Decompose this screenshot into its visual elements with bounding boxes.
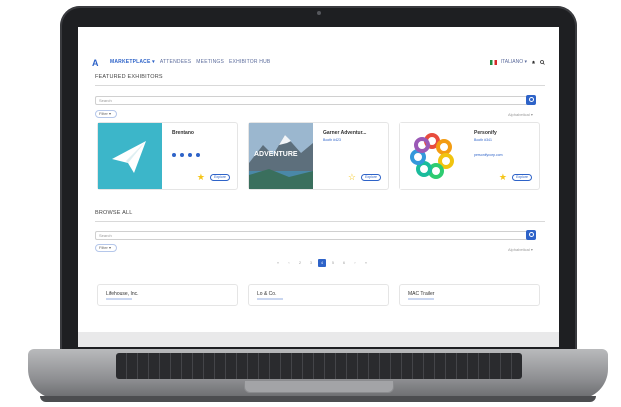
facebook-icon[interactable] <box>172 153 176 157</box>
sort-label: Alphabetical <box>508 112 530 117</box>
brentano-logo <box>98 123 162 189</box>
paper-plane-icon <box>112 141 146 173</box>
explore-button[interactable]: Explore <box>210 174 230 181</box>
keyboard <box>116 353 522 379</box>
touchpad <box>244 381 394 393</box>
exhibitor-name: Brentano <box>172 130 194 136</box>
exhibitor-name: Personify <box>474 130 497 136</box>
language-select[interactable]: ITALIANO ▾ <box>501 59 527 65</box>
sort-label: Alphabetical <box>508 247 530 252</box>
laptop-mockup: A MARKETPLACE ▾ ATTENDEES MEETINGS EXHIB… <box>0 0 621 407</box>
featured-search-input[interactable]: Search <box>95 96 535 105</box>
page-first[interactable]: « <box>274 259 282 267</box>
browse-title: BROWSE ALL <box>95 210 133 216</box>
divider <box>95 221 545 222</box>
booth-placeholder <box>257 298 283 300</box>
page-3[interactable]: 3 <box>307 259 315 267</box>
explore-button[interactable]: Explore <box>512 174 532 181</box>
booth-placeholder <box>408 298 434 300</box>
language-label: ITALIANO <box>500 59 524 65</box>
browse-filter-button[interactable]: Filter ▾ <box>95 244 117 252</box>
exhibitor-name: Garner Adventur... <box>323 130 367 136</box>
featured-sort-select[interactable]: Alphabetical ▾ <box>508 112 533 117</box>
flower-logo-icon <box>410 133 454 179</box>
nav-right: ITALIANO ▾ <box>489 59 545 65</box>
filter-label: Filter <box>99 111 108 116</box>
featured-filter-button[interactable]: Filter ▾ <box>95 110 117 118</box>
nav-exhibitor-hub[interactable]: EXHIBITOR HUB <box>229 59 270 65</box>
featured-search-button[interactable] <box>526 95 536 105</box>
booth-number: Booth #423 <box>323 138 341 142</box>
exhibitor-card-brentano[interactable]: Brentano ★ Explore <box>97 122 238 190</box>
top-nav: A MARKETPLACE ▾ ATTENDEES MEETINGS EXHIB… <box>78 55 559 69</box>
search-icon[interactable] <box>540 59 545 65</box>
favorite-star-outline-icon[interactable]: ☆ <box>348 173 356 182</box>
exhibitor-card-personify[interactable]: Personify Booth #341 personifycorp.com ★… <box>399 122 540 190</box>
exhibitor-list-item[interactable]: Lo & Co. <box>248 284 389 306</box>
browse-search-button[interactable] <box>526 230 536 240</box>
italy-flag-icon <box>489 59 497 65</box>
instagram-icon[interactable] <box>188 153 192 157</box>
exhibitor-card-garner[interactable]: ADVENTURE Garner Adventur... Booth #423 … <box>248 122 389 190</box>
screen: A MARKETPLACE ▾ ATTENDEES MEETINGS EXHIB… <box>78 27 559 347</box>
adventure-image-text: ADVENTURE <box>254 151 298 158</box>
exhibitor-name: MAC Trailer <box>408 291 435 297</box>
page-next[interactable]: › <box>351 259 359 267</box>
filter-label: Filter <box>99 245 108 250</box>
garner-logo: ADVENTURE <box>249 123 313 189</box>
nav-marketplace[interactable]: MARKETPLACE ▾ <box>110 59 155 65</box>
nav-meetings[interactable]: MEETINGS <box>196 59 224 65</box>
exhibitor-name: Lo & Co. <box>257 291 277 297</box>
page-last[interactable]: » <box>362 259 370 267</box>
linkedin-icon[interactable] <box>196 153 200 157</box>
page-6[interactable]: 6 <box>340 259 348 267</box>
pagination: « ‹ 2 3 4 5 6 › » <box>274 259 370 267</box>
website-link[interactable]: personifycorp.com <box>474 153 503 157</box>
exhibitor-list-item[interactable]: MAC Trailer <box>399 284 540 306</box>
nav-label: MARKETPLACE <box>110 59 151 65</box>
twitter-icon[interactable] <box>180 153 184 157</box>
app-logo[interactable]: A <box>92 58 102 68</box>
browse-search-input[interactable]: Search <box>95 231 535 240</box>
featured-title: FEATURED EXHIBITORS <box>95 74 163 80</box>
page-5[interactable]: 5 <box>329 259 337 267</box>
explore-button[interactable]: Explore <box>361 174 381 181</box>
laptop-foot <box>40 396 596 402</box>
personify-logo <box>400 123 464 189</box>
favorite-star-icon[interactable]: ★ <box>197 173 205 182</box>
browse-sort-select[interactable]: Alphabetical ▾ <box>508 247 533 252</box>
page-4-active[interactable]: 4 <box>318 259 326 267</box>
nav-attendees[interactable]: ATTENDEES <box>160 59 191 65</box>
page-2[interactable]: 2 <box>296 259 304 267</box>
screen-bezel-bottom <box>78 332 559 347</box>
exhibitor-name: Lifehouse, Inc. <box>106 291 139 297</box>
bell-icon[interactable] <box>531 60 536 65</box>
exhibitor-list-item[interactable]: Lifehouse, Inc. <box>97 284 238 306</box>
booth-number: Booth #341 <box>474 138 492 142</box>
divider <box>95 85 545 86</box>
booth-placeholder <box>106 298 132 300</box>
favorite-star-icon[interactable]: ★ <box>499 173 507 182</box>
page-prev[interactable]: ‹ <box>285 259 293 267</box>
camera-dot <box>317 11 321 15</box>
social-links <box>172 153 200 157</box>
